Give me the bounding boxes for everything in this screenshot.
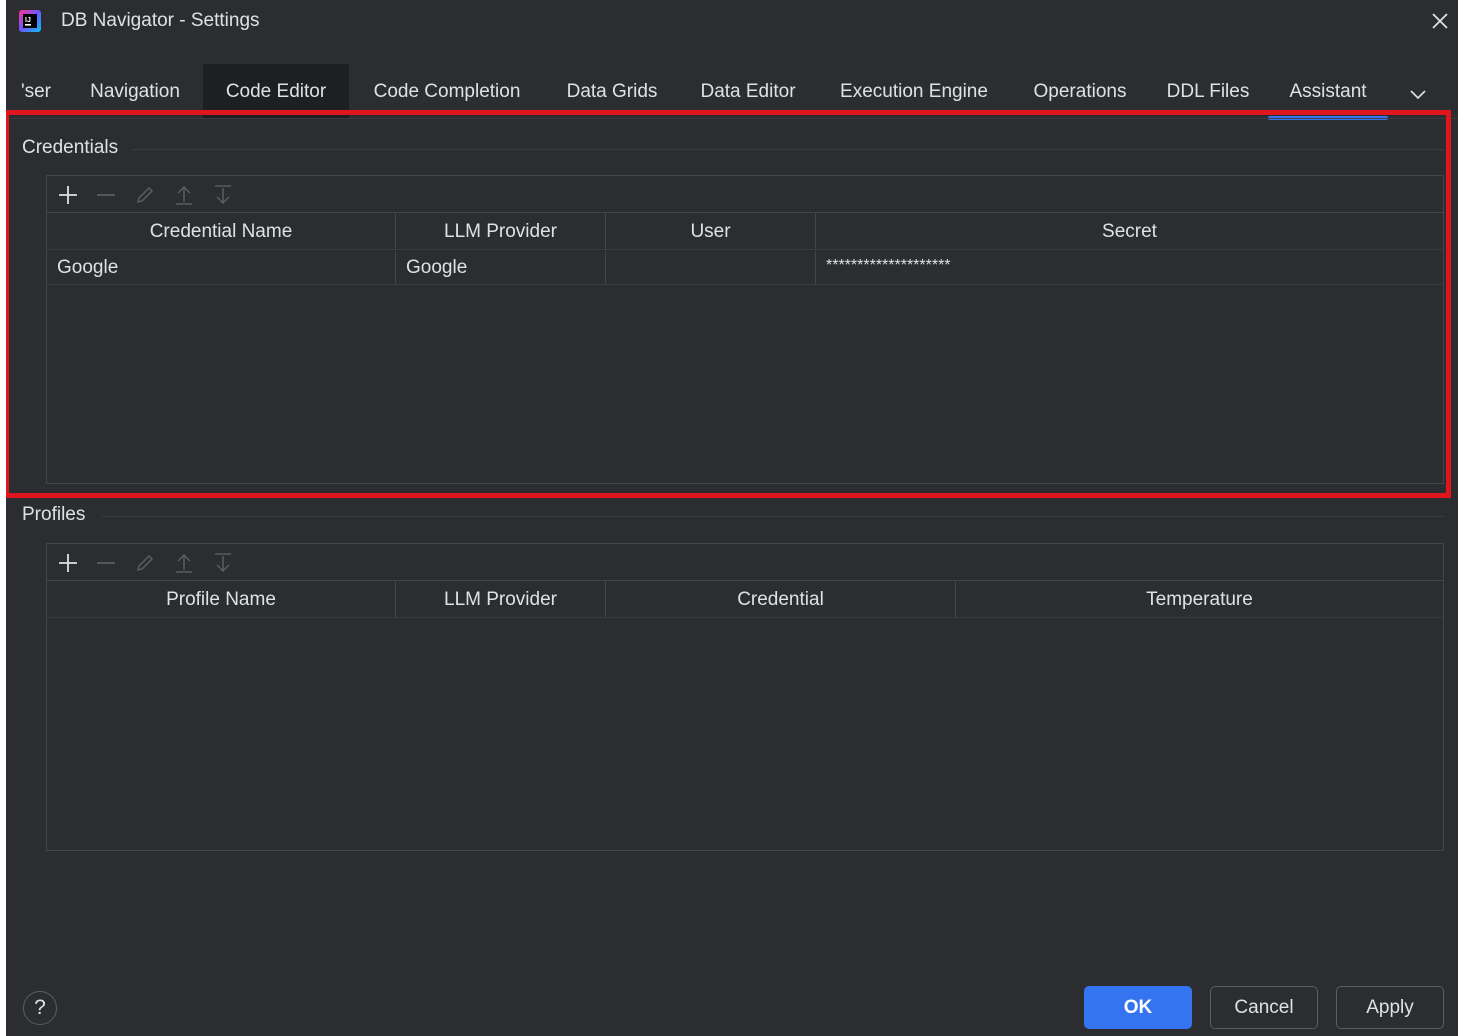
move-up-icon[interactable] (171, 550, 197, 576)
tab-navigation[interactable]: Navigation (72, 64, 198, 118)
plus-icon[interactable] (55, 550, 81, 576)
ok-button[interactable]: OK (1084, 986, 1192, 1029)
column-header[interactable]: User (606, 213, 816, 250)
chevron-down-icon[interactable] (1406, 82, 1430, 106)
credentials-table-header: Credential Name LLM Provider User Secret (47, 213, 1443, 250)
credential-name-cell[interactable]: Google (47, 251, 396, 284)
column-header[interactable]: LLM Provider (396, 581, 606, 618)
table-row[interactable]: Google Google ******************** (47, 251, 1443, 285)
tab-user[interactable]: 'ser (16, 64, 56, 118)
edit-icon[interactable] (132, 182, 158, 208)
column-header[interactable]: Credential (606, 581, 956, 618)
minus-icon[interactable] (93, 182, 119, 208)
help-button[interactable]: ? (23, 991, 57, 1025)
column-header[interactable]: Profile Name (47, 581, 396, 618)
tab-execution-engine[interactable]: Execution Engine (819, 64, 1009, 118)
column-header[interactable]: Secret (816, 213, 1443, 250)
column-header[interactable]: Credential Name (47, 213, 396, 250)
apply-button[interactable]: Apply (1336, 986, 1444, 1029)
tab-operations[interactable]: Operations (1013, 64, 1147, 118)
credentials-rule (132, 149, 1444, 150)
title-bar: IJ DB Navigator - Settings (6, 0, 1458, 44)
cancel-button[interactable]: Cancel (1210, 986, 1318, 1029)
tab-data-editor[interactable]: Data Editor (681, 64, 815, 118)
edit-icon[interactable] (132, 550, 158, 576)
tab-bar: 'ser Navigation Code Editor Code Complet… (6, 64, 1458, 120)
profiles-panel: Profile Name LLM Provider Credential Tem… (46, 543, 1444, 851)
tab-data-grids[interactable]: Data Grids (547, 64, 677, 118)
profiles-toolbar (47, 544, 1443, 581)
settings-dialog: IJ DB Navigator - Settings 'ser Navigati… (6, 0, 1458, 1036)
tab-assistant[interactable]: Assistant (1268, 64, 1388, 120)
user-cell[interactable] (606, 251, 816, 284)
plus-icon[interactable] (55, 182, 81, 208)
column-header[interactable]: Temperature (956, 581, 1443, 618)
llm-provider-cell[interactable]: Google (396, 251, 606, 284)
move-down-icon[interactable] (210, 550, 236, 576)
tab-code-completion[interactable]: Code Completion (353, 64, 541, 118)
app-logo-icon: IJ (18, 9, 42, 33)
window-title: DB Navigator - Settings (61, 10, 260, 31)
credentials-panel: Credential Name LLM Provider User Secret… (46, 175, 1444, 484)
tab-ddl-files[interactable]: DDL Files (1151, 64, 1265, 118)
svg-text:IJ: IJ (25, 17, 31, 24)
close-icon[interactable] (1428, 9, 1452, 33)
profiles-rule (102, 516, 1444, 517)
minus-icon[interactable] (93, 550, 119, 576)
tab-code-editor[interactable]: Code Editor (203, 64, 349, 118)
move-up-icon[interactable] (171, 182, 197, 208)
tab-divider (6, 118, 1458, 119)
profiles-title: Profiles (22, 504, 86, 525)
credentials-toolbar (47, 176, 1443, 213)
column-header[interactable]: LLM Provider (396, 213, 606, 250)
secret-cell[interactable]: ******************** (816, 251, 1443, 284)
profiles-table-header: Profile Name LLM Provider Credential Tem… (47, 581, 1443, 618)
credentials-title: Credentials (22, 137, 119, 158)
move-down-icon[interactable] (210, 182, 236, 208)
